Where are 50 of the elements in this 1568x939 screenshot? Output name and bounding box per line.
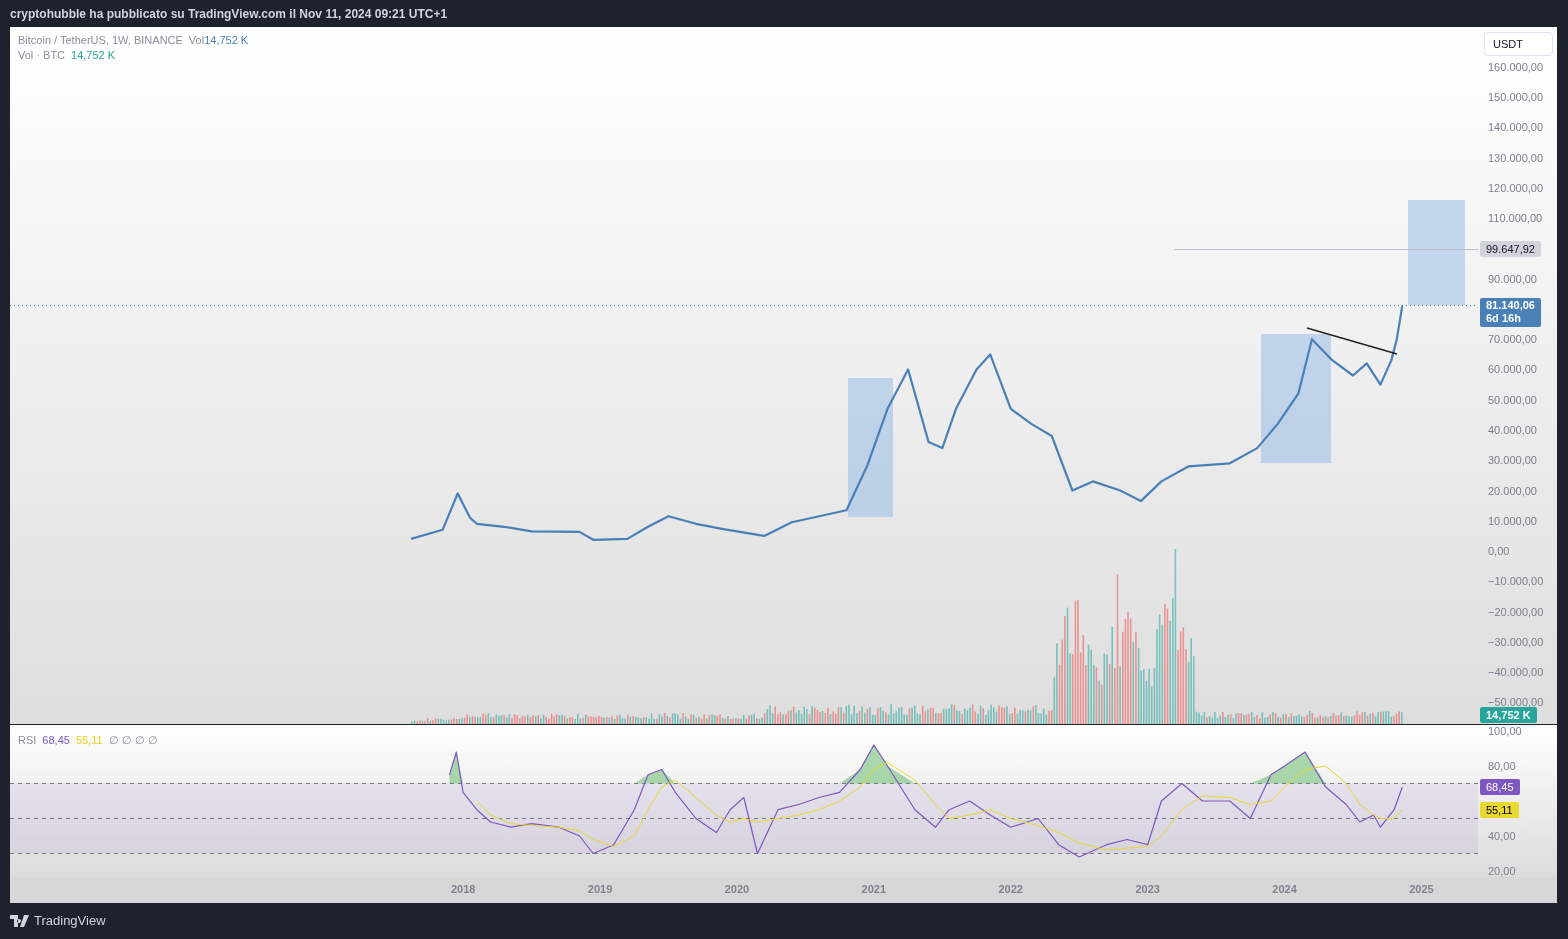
- bar-countdown: 6d 16h: [1486, 311, 1522, 325]
- axis-label: 2020: [723, 883, 751, 895]
- currency-button[interactable]: USDT: [1484, 32, 1553, 56]
- axis-label: 110.000,00: [1488, 211, 1543, 227]
- axis-label: 2024: [1271, 883, 1298, 895]
- current-price-value: 81.140,06: [1486, 298, 1535, 312]
- axis-label: 130.000,00: [1488, 150, 1544, 166]
- volume-tag: 14,752 K: [1480, 707, 1537, 723]
- axis-label: 30.000,00: [1488, 453, 1537, 469]
- axis-label: 2019: [586, 883, 614, 895]
- symbol-title: Bitcoin / TetherUS, 1W, BINANCE: [18, 34, 183, 46]
- axis-label: 150.000,00: [1488, 90, 1544, 106]
- axis-label: 70.000,00: [1488, 332, 1537, 348]
- axis-label: 90.000,00: [1488, 271, 1537, 287]
- rsi-value-tag: 55,11: [1480, 801, 1519, 818]
- axis-label: 2023: [1134, 883, 1161, 895]
- volume-legend-value: 14,752 K: [71, 49, 116, 61]
- axis-label: 120.000,00: [1488, 181, 1544, 196]
- axis-label: 40.000,00: [1488, 423, 1537, 438]
- axis-label: −40.000,00: [1488, 665, 1544, 680]
- axis-label: 2018: [449, 883, 477, 895]
- rsi-value-tag: 68,45: [1480, 779, 1520, 795]
- indicator-name: RSI: [18, 734, 37, 747]
- logo-icon: [10, 914, 30, 927]
- publish-header: cryptohubble ha pubblicato su TradingView.com il Nov 11, 2024 09:21 UTC+1: [9, 6, 449, 23]
- volume-legend-label: Vol · BTC: [18, 49, 66, 61]
- rsi-ma-value: 55,11: [75, 734, 103, 747]
- axis-label: 2022: [997, 883, 1024, 895]
- volume-label: Vol: [188, 34, 205, 46]
- axis-label: −20.000,00: [1488, 604, 1544, 620]
- axis-label: 0,00: [1488, 544, 1510, 559]
- axis-label: 140.000,00: [1488, 120, 1544, 136]
- axis-label: 2025: [1408, 883, 1435, 895]
- axis-label: 20.000,00: [1488, 483, 1537, 499]
- axis-label: −10.000,00: [1488, 574, 1544, 590]
- axis-label: 20,00: [1488, 864, 1516, 879]
- axis-label: 160.000,00: [1488, 60, 1544, 75]
- brand-name: TradingView: [34, 913, 106, 928]
- axis-label: 60.000,00: [1488, 362, 1537, 378]
- axis-label: 100,00: [1488, 724, 1522, 739]
- axis-label: 40,00: [1488, 829, 1516, 844]
- axis-label: 50.000,00: [1488, 392, 1537, 408]
- volume-value: 14,752 K: [204, 34, 249, 46]
- axis-label: −30.000,00: [1488, 634, 1544, 650]
- axis-label: 80,00: [1488, 759, 1516, 774]
- rsi-value: 68,45: [42, 734, 70, 747]
- axis-label: 10.000,00: [1488, 513, 1537, 529]
- axis-label: 2021: [860, 883, 888, 895]
- price-level-tag: 99.647,92: [1480, 240, 1541, 257]
- indicator-inputs: ∅ ∅ ∅ ∅: [108, 734, 158, 747]
